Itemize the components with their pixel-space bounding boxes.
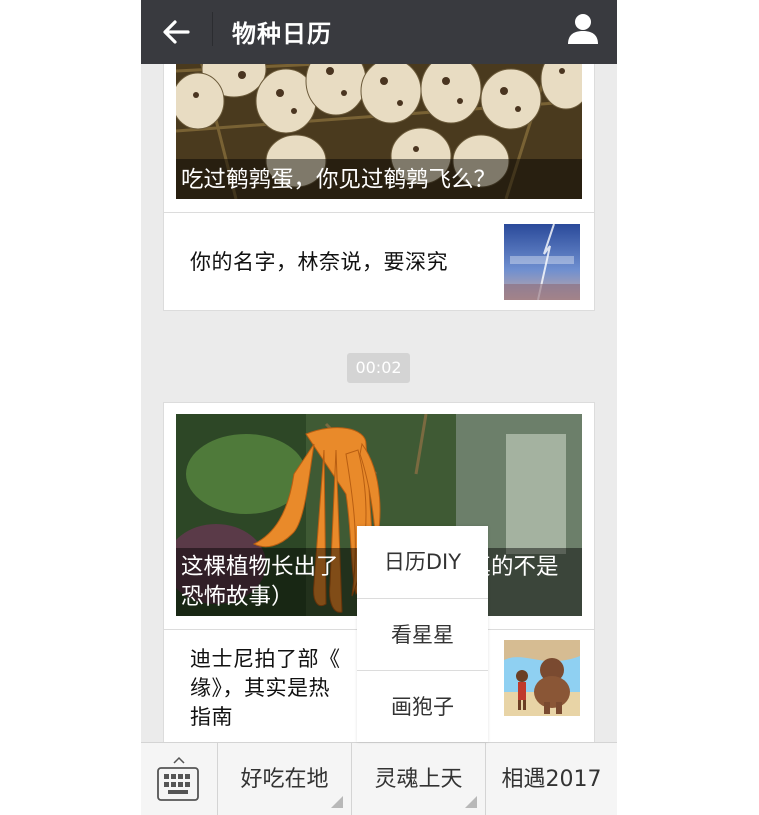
article-hero[interactable]: 吃过鹌鹑蛋，你见过鹌鹑飞么？ <box>176 41 582 199</box>
menu-tab-meet-2017[interactable]: 相遇2017 <box>485 743 617 815</box>
sub-article-title: 你的名字，林奈说，要深究 <box>190 250 448 274</box>
person-icon <box>568 14 598 44</box>
sub-article-thumbnail <box>504 224 580 300</box>
submenu-popup: 日历DIY 看星星 画狍子 <box>357 526 488 742</box>
hero-caption-line2: 恐怖故事） <box>181 584 294 610</box>
header-bar: 物种日历 <box>141 0 617 64</box>
sub-article-thumbnail <box>504 640 580 716</box>
menu-tab-label: 好吃在地 <box>240 767 329 792</box>
profile-button[interactable] <box>565 10 601 50</box>
page-title: 物种日历 <box>232 20 332 48</box>
menu-tab-soul-ascend[interactable]: 灵魂上天 <box>351 743 485 815</box>
moana-thumbnail <box>504 640 580 716</box>
timestamp-badge: 00:02 <box>347 353 410 383</box>
header-divider <box>212 12 213 46</box>
hero-caption: 吃过鹌鹑蛋，你见过鹌鹑飞么？ <box>176 159 582 199</box>
submenu-item-draw-roe-deer[interactable]: 画狍子 <box>357 670 488 743</box>
submenu-indicator-icon <box>331 796 343 808</box>
menu-tab-label: 相遇2017 <box>501 767 602 792</box>
article-card: 吃过鹌鹑蛋，你见过鹌鹑飞么？ 你的名字，林奈说，要深究 <box>163 40 595 311</box>
arrow-left-icon <box>163 20 190 44</box>
submenu-item-stargazing[interactable]: 看星星 <box>357 598 488 671</box>
keyboard-toggle-button[interactable] <box>141 743 217 815</box>
menu-tab-label: 灵魂上天 <box>374 767 463 792</box>
back-button[interactable] <box>155 12 197 52</box>
menu-tab-good-eats[interactable]: 好吃在地 <box>217 743 351 815</box>
submenu-indicator-icon <box>465 796 477 808</box>
keyboard-icon <box>157 756 199 801</box>
sub-article-item[interactable]: 你的名字，林奈说，要深究 <box>164 212 594 310</box>
submenu-item-calendar-diy[interactable]: 日历DIY <box>357 526 488 598</box>
phone-screen: 物种日历 吃过鹌鹑蛋，你见过鹌鹑飞么？ 你的名字，林奈说，要深究 00:02 这… <box>141 0 617 815</box>
anime-sky-thumbnail <box>504 224 580 300</box>
hero-caption-line1: 这棵植物长出了 <box>181 554 339 580</box>
bottom-menu-bar: 好吃在地 灵魂上天 相遇2017 <box>141 742 617 815</box>
